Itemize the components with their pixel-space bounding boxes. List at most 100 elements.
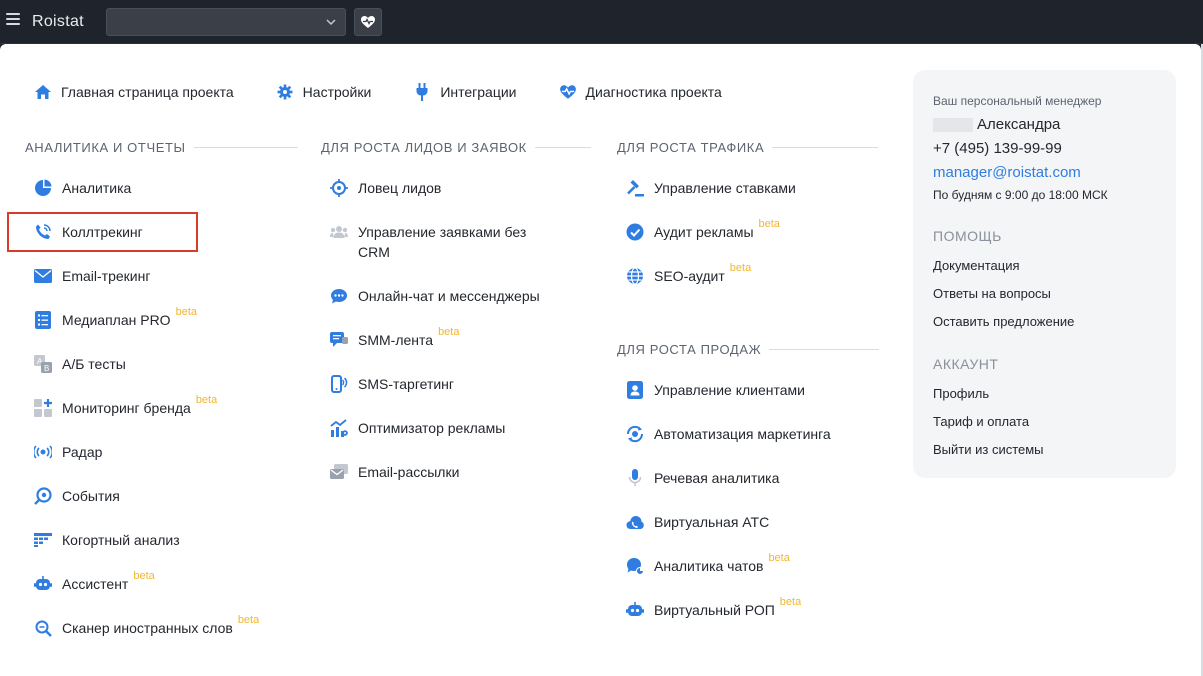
menu-item-label-line2: CRM xyxy=(358,244,390,260)
menu-item-label: SEO-аудит xyxy=(654,268,725,284)
heart-pulse-icon xyxy=(361,16,375,28)
manager-card: Ваш персональный менеджер Александра +7 … xyxy=(913,70,1176,478)
robot-icon xyxy=(626,601,644,619)
crosshair-icon xyxy=(330,179,348,197)
menu-item-virtual-rop[interactable]: Виртуальный РОП beta xyxy=(626,596,801,620)
app-logo[interactable]: Roistat xyxy=(32,13,84,31)
main-menu-panel: Главная страница проекта Настройки Интег… xyxy=(0,44,1201,676)
menu-item-marketing-automation[interactable]: Автоматизация маркетинга xyxy=(626,424,831,444)
nav-home[interactable]: Главная страница проекта xyxy=(34,82,234,102)
menu-item-lead-catcher[interactable]: Ловец лидов xyxy=(330,178,441,198)
menu-item-label: Ассистент xyxy=(62,576,129,592)
menu-item-virtual-pbx[interactable]: Виртуальная АТС xyxy=(626,512,769,532)
menu-item-ab-tests[interactable]: AB А/Б тесты xyxy=(34,354,126,374)
menu-item-label: Оптимизатор рекламы xyxy=(358,420,506,436)
top-bar: Roistat xyxy=(0,0,1203,44)
menu-burger-icon[interactable] xyxy=(6,13,22,27)
menu-item-label-wrap: Управление заявками без CRM xyxy=(358,222,526,262)
help-link-docs[interactable]: Документация xyxy=(933,258,1020,273)
section-analytics-label: АНАЛИТИКА И ОТЧЕТЫ xyxy=(25,140,186,155)
menu-item-client-management[interactable]: Управление клиентами xyxy=(626,380,805,400)
nav-settings[interactable]: Настройки xyxy=(276,82,372,102)
menu-item-foreign-scanner[interactable]: Сканер иностранных слов beta xyxy=(34,614,259,638)
menu-item-label: Сканер иностранных слов xyxy=(62,620,233,636)
nav-integrations-label: Интеграции xyxy=(440,84,517,100)
menu-item-label: Виртуальный РОП xyxy=(654,602,775,618)
microphone-icon xyxy=(626,469,644,487)
menu-item-ad-optimizer[interactable]: Оптимизатор рекламы xyxy=(330,418,505,438)
nav-diagnostics[interactable]: Диагностика проекта xyxy=(559,82,722,102)
menu-item-label: Управление заявками без xyxy=(358,224,527,240)
menu-item-label: Управление ставками xyxy=(654,180,796,196)
menu-item-mediaplan[interactable]: Медиаплан PRO beta xyxy=(34,306,197,330)
account-link-billing[interactable]: Тариф и оплата xyxy=(933,414,1029,429)
menu-item-sms-targeting[interactable]: SMS-таргетинг xyxy=(330,374,454,394)
manager-phone[interactable]: +7 (495) 139-99-99 xyxy=(933,140,1062,157)
beta-badge: beta xyxy=(195,394,218,406)
mobile-signal-icon xyxy=(330,375,348,393)
project-select[interactable] xyxy=(106,8,346,36)
menu-item-chat-analytics[interactable]: Аналитика чатов beta xyxy=(626,552,790,576)
menu-item-calltracking[interactable]: Коллтрекинг xyxy=(34,222,143,242)
menu-item-online-chat[interactable]: Онлайн-чат и мессенджеры xyxy=(330,286,540,306)
menu-item-email-tracking[interactable]: Email-трекинг xyxy=(34,266,150,286)
nav-home-label: Главная страница проекта xyxy=(61,84,234,100)
menu-item-radar[interactable]: Радар xyxy=(34,442,102,462)
help-section-title: ПОМОЩЬ xyxy=(933,228,1002,244)
menu-item-label: Email-рассылки xyxy=(358,464,460,480)
menu-item-cohort[interactable]: Когортный анализ xyxy=(34,530,180,550)
beta-badge: beta xyxy=(175,306,197,318)
menu-item-lead-management[interactable]: Управление заявками без CRM xyxy=(330,222,526,262)
robot-icon xyxy=(34,575,52,593)
plug-icon xyxy=(413,83,431,101)
cohort-table-icon xyxy=(34,531,52,549)
menu-item-email-newsletter[interactable]: Email-рассылки xyxy=(330,462,459,482)
manager-name-text: Александра xyxy=(977,116,1061,133)
help-link-faq[interactable]: Ответы на вопросы xyxy=(933,286,1051,301)
nav-settings-label: Настройки xyxy=(302,84,372,100)
menu-item-label: Аналитика xyxy=(62,180,132,196)
nav-diagnostics-label: Диагностика проекта xyxy=(585,84,722,100)
check-badge-icon xyxy=(626,223,644,241)
account-link-profile[interactable]: Профиль xyxy=(933,386,989,401)
menu-item-analytics[interactable]: Аналитика xyxy=(34,178,131,198)
section-traffic-label: ДЛЯ РОСТА ТРАФИКА xyxy=(617,140,765,155)
menu-item-assistant[interactable]: Ассистент beta xyxy=(34,570,155,594)
menu-item-brand-monitoring[interactable]: Мониторинг бренда beta xyxy=(34,394,217,418)
envelope-icon xyxy=(34,267,52,285)
heart-pulse-icon xyxy=(559,83,577,101)
section-sales-title: ДЛЯ РОСТА ПРОДАЖ xyxy=(617,342,880,357)
section-traffic-title: ДЛЯ РОСТА ТРАФИКА xyxy=(617,140,879,155)
home-icon xyxy=(34,83,52,101)
menu-item-label: Медиаплан PRO xyxy=(62,312,171,328)
menu-item-ad-audit[interactable]: Аудит рекламы beta xyxy=(626,218,780,242)
users-group-icon xyxy=(330,223,348,241)
account-link-logout[interactable]: Выйти из системы xyxy=(933,442,1044,457)
menu-item-smm-feed[interactable]: SMM-лента beta xyxy=(330,326,459,350)
menu-item-label: SMM-лента xyxy=(358,332,434,348)
ab-test-icon: AB xyxy=(34,355,52,373)
menu-item-label: Email-трекинг xyxy=(62,268,151,284)
phone-call-icon xyxy=(34,223,52,241)
section-leads-title: ДЛЯ РОСТА ЛИДОВ И ЗАЯВОК xyxy=(321,140,591,155)
bar-chart-arrow-icon xyxy=(330,419,348,437)
menu-item-label: Речевая аналитика xyxy=(654,470,780,486)
menu-item-label: SMS-таргетинг xyxy=(358,376,455,392)
menu-item-seo-audit[interactable]: SEO-аудит beta xyxy=(626,262,751,286)
beta-badge: beta xyxy=(779,596,802,608)
redacted-surname xyxy=(933,117,973,132)
menu-item-label: Радар xyxy=(62,444,103,460)
menu-item-bid-management[interactable]: Управление ставками xyxy=(626,178,796,198)
menu-item-label: Онлайн-чат и мессенджеры xyxy=(358,288,540,304)
menu-item-label: А/Б тесты xyxy=(62,356,126,372)
help-link-suggestion[interactable]: Оставить предложение xyxy=(933,314,1074,329)
nav-integrations[interactable]: Интеграции xyxy=(413,82,517,102)
diagnostics-button[interactable] xyxy=(354,8,382,36)
menu-item-events[interactable]: События xyxy=(34,486,120,506)
menu-item-speech-analytics[interactable]: Речевая аналитика xyxy=(626,468,779,488)
gavel-icon xyxy=(626,179,644,197)
manager-email-link[interactable]: manager@roistat.com xyxy=(933,164,1081,181)
contact-card-icon xyxy=(626,381,644,399)
menu-item-label: События xyxy=(62,488,120,504)
menu-item-label: Коллтрекинг xyxy=(62,224,143,240)
